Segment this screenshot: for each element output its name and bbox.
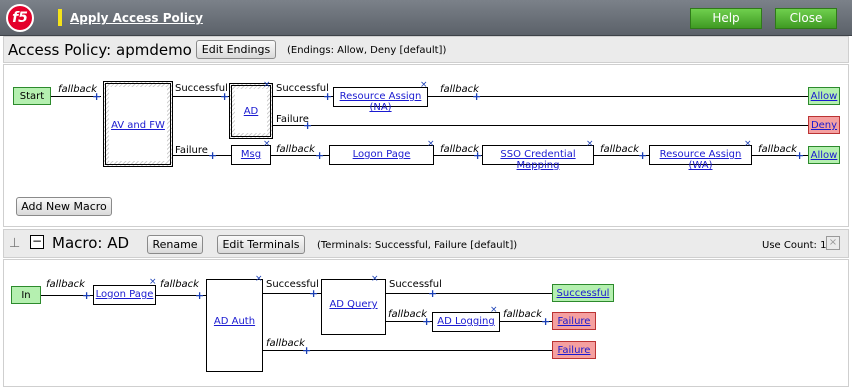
edit-terminals-button[interactable]: Edit Terminals: [217, 235, 305, 254]
delete-x-icon[interactable]: ×: [744, 140, 752, 149]
title-accent-bar: [58, 9, 62, 26]
successful-terminal-link[interactable]: Successful: [557, 288, 610, 299]
macro-header: ⊥ − Macro: AD Rename Edit Terminals (Ter…: [3, 229, 849, 258]
add-item-plus-icon[interactable]: +: [208, 150, 217, 161]
resource-assign-na-node[interactable]: Resource Assign (NA): [333, 87, 428, 113]
start-terminal: Start: [13, 87, 51, 105]
delete-macro-x-icon[interactable]: ×: [826, 236, 840, 250]
msg-link[interactable]: Msg: [232, 149, 270, 160]
fallback-label: fallback: [46, 279, 85, 290]
ad-query-node[interactable]: AD Query: [321, 279, 386, 335]
delete-x-icon[interactable]: ×: [586, 140, 594, 149]
allow-ending[interactable]: Allow: [808, 87, 840, 105]
logon-page-node[interactable]: Logon Page: [329, 145, 434, 165]
add-item-plus-icon[interactable]: +: [795, 150, 804, 161]
endings-text: (Endings: Allow, Deny [default]): [287, 45, 447, 56]
allow-ending[interactable]: Allow: [808, 146, 840, 164]
add-new-macro-button[interactable]: Add New Macro: [16, 197, 112, 216]
policy-canvas: Start fallback + AV and FW Successful + …: [3, 64, 849, 227]
add-item-plus-icon[interactable]: +: [422, 316, 431, 327]
collapse-minus-icon[interactable]: −: [30, 235, 44, 249]
add-item-plus-icon[interactable]: +: [82, 290, 91, 301]
macro-canvas: In fallback + Logon Page × fallback + AD…: [3, 259, 849, 387]
help-button[interactable]: Help: [690, 8, 762, 29]
add-item-plus-icon[interactable]: +: [473, 150, 482, 161]
add-item-plus-icon[interactable]: +: [303, 120, 312, 131]
ad-auth-node[interactable]: AD Auth: [206, 279, 263, 372]
add-item-plus-icon[interactable]: +: [428, 288, 437, 299]
add-item-plus-icon[interactable]: +: [323, 91, 332, 102]
ad-logging-link[interactable]: AD Logging: [433, 316, 499, 327]
av-fw-node[interactable]: AV and FW: [103, 81, 173, 167]
failure-terminal[interactable]: Failure: [552, 341, 596, 359]
fallback-label: fallback: [758, 144, 797, 155]
successful-terminal[interactable]: Successful: [552, 284, 614, 302]
logon-page-node[interactable]: Logon Page: [93, 285, 156, 305]
delete-x-icon[interactable]: ×: [427, 140, 435, 149]
ad-logging-node[interactable]: AD Logging: [432, 312, 500, 332]
resource-assign-wa-node[interactable]: Resource Assign (WA): [649, 145, 752, 171]
f5-logo: f5: [6, 4, 34, 32]
delete-x-icon[interactable]: ×: [149, 278, 157, 287]
top-bar: f5 Apply Access Policy Help Close: [0, 0, 852, 36]
macro-title: Macro: AD: [52, 234, 130, 252]
ad-link[interactable]: AD: [232, 106, 270, 117]
add-item-plus-icon[interactable]: +: [541, 316, 550, 327]
add-item-plus-icon[interactable]: +: [472, 91, 481, 102]
apply-access-policy-link[interactable]: Apply Access Policy: [70, 11, 203, 25]
use-count-text: Use Count: 1: [762, 240, 827, 251]
resource-assign-na-link[interactable]: Resource Assign (NA): [334, 91, 427, 113]
add-item-plus-icon[interactable]: +: [195, 290, 204, 301]
fallback-label: fallback: [160, 279, 199, 290]
apply-access-policy-window: f5 Apply Access Policy Help Close Access…: [0, 0, 852, 390]
delete-x-icon[interactable]: ×: [263, 81, 271, 90]
add-item-plus-icon[interactable]: +: [220, 91, 229, 102]
add-item-plus-icon[interactable]: +: [302, 345, 311, 356]
allow-ending-link[interactable]: Allow: [811, 150, 838, 161]
edit-endings-button[interactable]: Edit Endings: [196, 40, 276, 59]
ad-query-link[interactable]: AD Query: [322, 299, 385, 310]
add-item-plus-icon[interactable]: +: [315, 150, 324, 161]
delete-x-icon[interactable]: ×: [490, 306, 498, 315]
start-label: Start: [19, 91, 45, 102]
close-button[interactable]: Close: [775, 8, 837, 29]
fallback-label: fallback: [503, 309, 542, 320]
fallback-label: fallback: [276, 144, 315, 155]
av-fw-link[interactable]: AV and FW: [106, 120, 170, 131]
fallback-label: fallback: [266, 338, 305, 349]
sso-credential-mapping-node[interactable]: SSO Credential Mapping: [482, 145, 594, 171]
policy-header: Access Policy: apmdemo Edit Endings (End…: [3, 36, 849, 63]
rename-button[interactable]: Rename: [147, 235, 203, 254]
logon-page-link[interactable]: Logon Page: [330, 149, 433, 160]
deny-ending[interactable]: Deny: [808, 116, 840, 134]
delete-x-icon[interactable]: ×: [255, 275, 263, 284]
logon-page-link[interactable]: Logon Page: [94, 289, 155, 300]
terminals-text: (Terminals: Successful, Failure [default…: [317, 240, 518, 251]
failure-terminal[interactable]: Failure: [552, 312, 596, 330]
sso-credential-mapping-link[interactable]: SSO Credential Mapping: [483, 149, 593, 171]
add-item-plus-icon[interactable]: +: [638, 150, 647, 161]
failure-terminal-link[interactable]: Failure: [558, 316, 591, 327]
ad-macro-node[interactable]: AD: [229, 83, 273, 139]
deny-ending-link[interactable]: Deny: [811, 120, 837, 131]
fallback-label: fallback: [600, 144, 639, 155]
delete-x-icon[interactable]: ×: [371, 275, 379, 284]
add-item-plus-icon[interactable]: +: [309, 288, 318, 299]
branch-successful-label: Successful: [276, 83, 329, 94]
policy-title: Access Policy: apmdemo: [8, 41, 192, 59]
move-handle-icon[interactable]: ⊥: [9, 236, 20, 251]
delete-x-icon[interactable]: ×: [263, 140, 271, 149]
add-item-plus-icon[interactable]: +: [92, 91, 101, 102]
in-terminal: In: [11, 286, 41, 304]
failure-terminal-link[interactable]: Failure: [558, 345, 591, 356]
in-label: In: [21, 290, 31, 301]
ad-auth-link[interactable]: AD Auth: [207, 316, 262, 327]
delete-x-icon[interactable]: ×: [420, 81, 428, 90]
allow-ending-link[interactable]: Allow: [811, 91, 838, 102]
resource-assign-wa-link[interactable]: Resource Assign (WA): [650, 149, 751, 171]
